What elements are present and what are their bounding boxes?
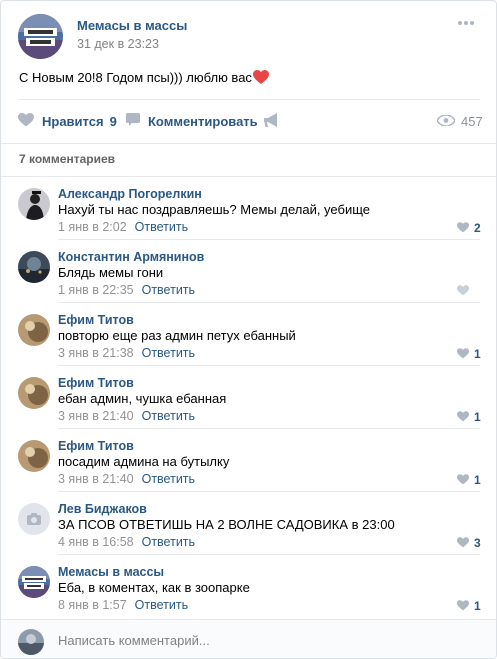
- like-label: Нравится: [42, 113, 104, 129]
- comment-author[interactable]: Лев Биджаков: [58, 502, 147, 516]
- comment-like-count: 1: [474, 347, 481, 361]
- comment-item: Лев Биджаков ЗА ПСОВ ОТВЕТИШЬ НА 2 ВОЛНЕ…: [1, 492, 496, 555]
- comment-like-count: 2: [474, 221, 481, 235]
- comment-like-button[interactable]: 1: [457, 599, 481, 613]
- reply-link[interactable]: Ответить: [142, 283, 195, 297]
- comment-meta: 4 янв в 16:58 Ответить: [58, 535, 195, 549]
- comment-item: Мемасы в массы Еба, в коментах, как в зо…: [1, 555, 496, 618]
- comment-label: Комментировать: [148, 113, 258, 129]
- comment-text: посадим админа на бутылку: [58, 454, 230, 469]
- comment-like-button[interactable]: 3: [457, 536, 481, 550]
- comment-like-count: 1: [474, 410, 481, 424]
- reply-link[interactable]: Ответить: [142, 472, 195, 486]
- comment-text: Блядь мемы гони: [58, 265, 164, 280]
- more-options-icon[interactable]: [458, 21, 482, 33]
- post-text: С Новым 20!8 Годом псы))) люблю вас: [19, 69, 269, 86]
- comment-author[interactable]: Ефим Титов: [58, 439, 134, 453]
- commenter-avatar[interactable]: [18, 188, 50, 220]
- commenter-avatar[interactable]: [18, 377, 50, 409]
- reply-link[interactable]: Ответить: [142, 535, 195, 549]
- share-megaphone-icon[interactable]: [263, 112, 281, 130]
- comment-meta: 1 янв в 2:02 Ответить: [58, 220, 188, 234]
- post-text-content: С Новым 20!8 Годом псы))) люблю вас: [19, 70, 252, 85]
- post-header: Мемасы в массы 31 дек в 23:23: [1, 1, 496, 63]
- comment-text: ебан админ, чушка ебанная: [58, 391, 227, 406]
- group-name[interactable]: Мемасы в массы: [77, 18, 187, 33]
- comment-time[interactable]: 3 янв в 21:40: [58, 409, 134, 423]
- comment-like-count: 1: [474, 473, 481, 487]
- heart-icon: [457, 536, 469, 551]
- comment-meta: 8 янв в 1:57 Ответить: [58, 598, 188, 612]
- reply-box: Написать комментарий...: [1, 619, 496, 658]
- reply-link[interactable]: Ответить: [135, 598, 188, 612]
- comment-meta: 3 янв в 21:40 Ответить: [58, 409, 195, 423]
- comment-time[interactable]: 1 янв в 22:35: [58, 283, 134, 297]
- comment-item: Ефим Титов посадим админа на бутылку 3 я…: [1, 429, 496, 492]
- heart-icon: [457, 410, 469, 425]
- comment-text: Еба, в коментах, как в зоопарке: [58, 580, 250, 595]
- reply-link[interactable]: Ответить: [142, 409, 195, 423]
- comment-time[interactable]: 3 янв в 21:40: [58, 472, 134, 486]
- comment-like-button[interactable]: 1: [457, 347, 481, 361]
- comment-author[interactable]: Ефим Титов: [58, 313, 134, 327]
- comment-meta: 1 янв в 22:35 Ответить: [58, 283, 195, 297]
- current-user-avatar[interactable]: [18, 629, 44, 655]
- comment-author[interactable]: Ефим Титов: [58, 376, 134, 390]
- commenter-avatar[interactable]: [18, 566, 50, 598]
- commenter-avatar[interactable]: [18, 314, 50, 346]
- heart-icon: [457, 347, 469, 362]
- comments-count: 7 комментариев: [19, 152, 116, 166]
- comment-like-button[interactable]: 1: [457, 410, 481, 424]
- comment-author[interactable]: Константин Армянинов: [58, 250, 204, 264]
- comment-item: Ефим Титов повторю еще раз админ петух е…: [1, 303, 496, 366]
- comment-time[interactable]: 3 янв в 21:38: [58, 346, 134, 360]
- comment-item: Константин Армянинов Блядь мемы гони 1 я…: [1, 240, 496, 303]
- comment-meta: 3 янв в 21:38 Ответить: [58, 346, 195, 360]
- commenter-avatar[interactable]: [18, 440, 50, 472]
- comment-item: Ефим Титов ебан админ, чушка ебанная 3 я…: [1, 366, 496, 429]
- heart-icon: [457, 599, 469, 614]
- comment-meta: 3 янв в 21:40 Ответить: [58, 472, 195, 486]
- comment-like-button[interactable]: 1: [457, 473, 481, 487]
- reply-link[interactable]: Ответить: [142, 346, 195, 360]
- comment-text: повторю еще раз админ петух ебанный: [58, 328, 296, 343]
- comment-bubble-icon: [126, 113, 140, 129]
- comment-text: ЗА ПСОВ ОТВЕТИШЬ НА 2 ВОЛНЕ САДОВИКА в 2…: [58, 517, 395, 532]
- views-counter: 457: [436, 112, 483, 130]
- heart-icon: [457, 473, 469, 488]
- section-divider: [1, 143, 496, 144]
- comment-time[interactable]: 4 янв в 16:58: [58, 535, 134, 549]
- commenter-avatar[interactable]: [18, 503, 50, 535]
- commenter-avatar[interactable]: [18, 251, 50, 283]
- views-count: 457: [461, 113, 483, 129]
- like-button[interactable]: Нравится 9: [18, 112, 117, 130]
- comment-time[interactable]: 1 янв в 2:02: [58, 220, 127, 234]
- post-date[interactable]: 31 дек в 23:23: [77, 37, 159, 51]
- comment-like-button[interactable]: 2: [457, 221, 481, 235]
- comment-text: Нахуй ты нас поздравляешь? Мемы делай, у…: [58, 202, 370, 217]
- like-count: 9: [109, 113, 117, 129]
- comment-item: Александр Погорелкин Нахуй ты нас поздра…: [1, 177, 496, 240]
- group-avatar[interactable]: [18, 14, 63, 59]
- comment-like-count: 1: [474, 599, 481, 613]
- wall-post: Мемасы в массы 31 дек в 23:23 С Новым 20…: [0, 0, 497, 659]
- heart-icon: [18, 112, 34, 130]
- heart-icon: [457, 284, 469, 299]
- actions-divider: [19, 99, 480, 100]
- comment-like-button[interactable]: [457, 284, 474, 298]
- comment-button[interactable]: Комментировать: [126, 112, 258, 130]
- reply-link[interactable]: Ответить: [135, 220, 188, 234]
- comment-author[interactable]: Александр Погорелкин: [58, 187, 202, 201]
- comment-like-count: 3: [474, 536, 481, 550]
- eye-icon: [436, 113, 456, 129]
- heart-emoji-icon: [252, 70, 269, 85]
- comment-input[interactable]: Написать комментарий...: [58, 633, 210, 648]
- heart-icon: [457, 221, 469, 236]
- comment-time[interactable]: 8 янв в 1:57: [58, 598, 127, 612]
- comment-author[interactable]: Мемасы в массы: [58, 565, 164, 579]
